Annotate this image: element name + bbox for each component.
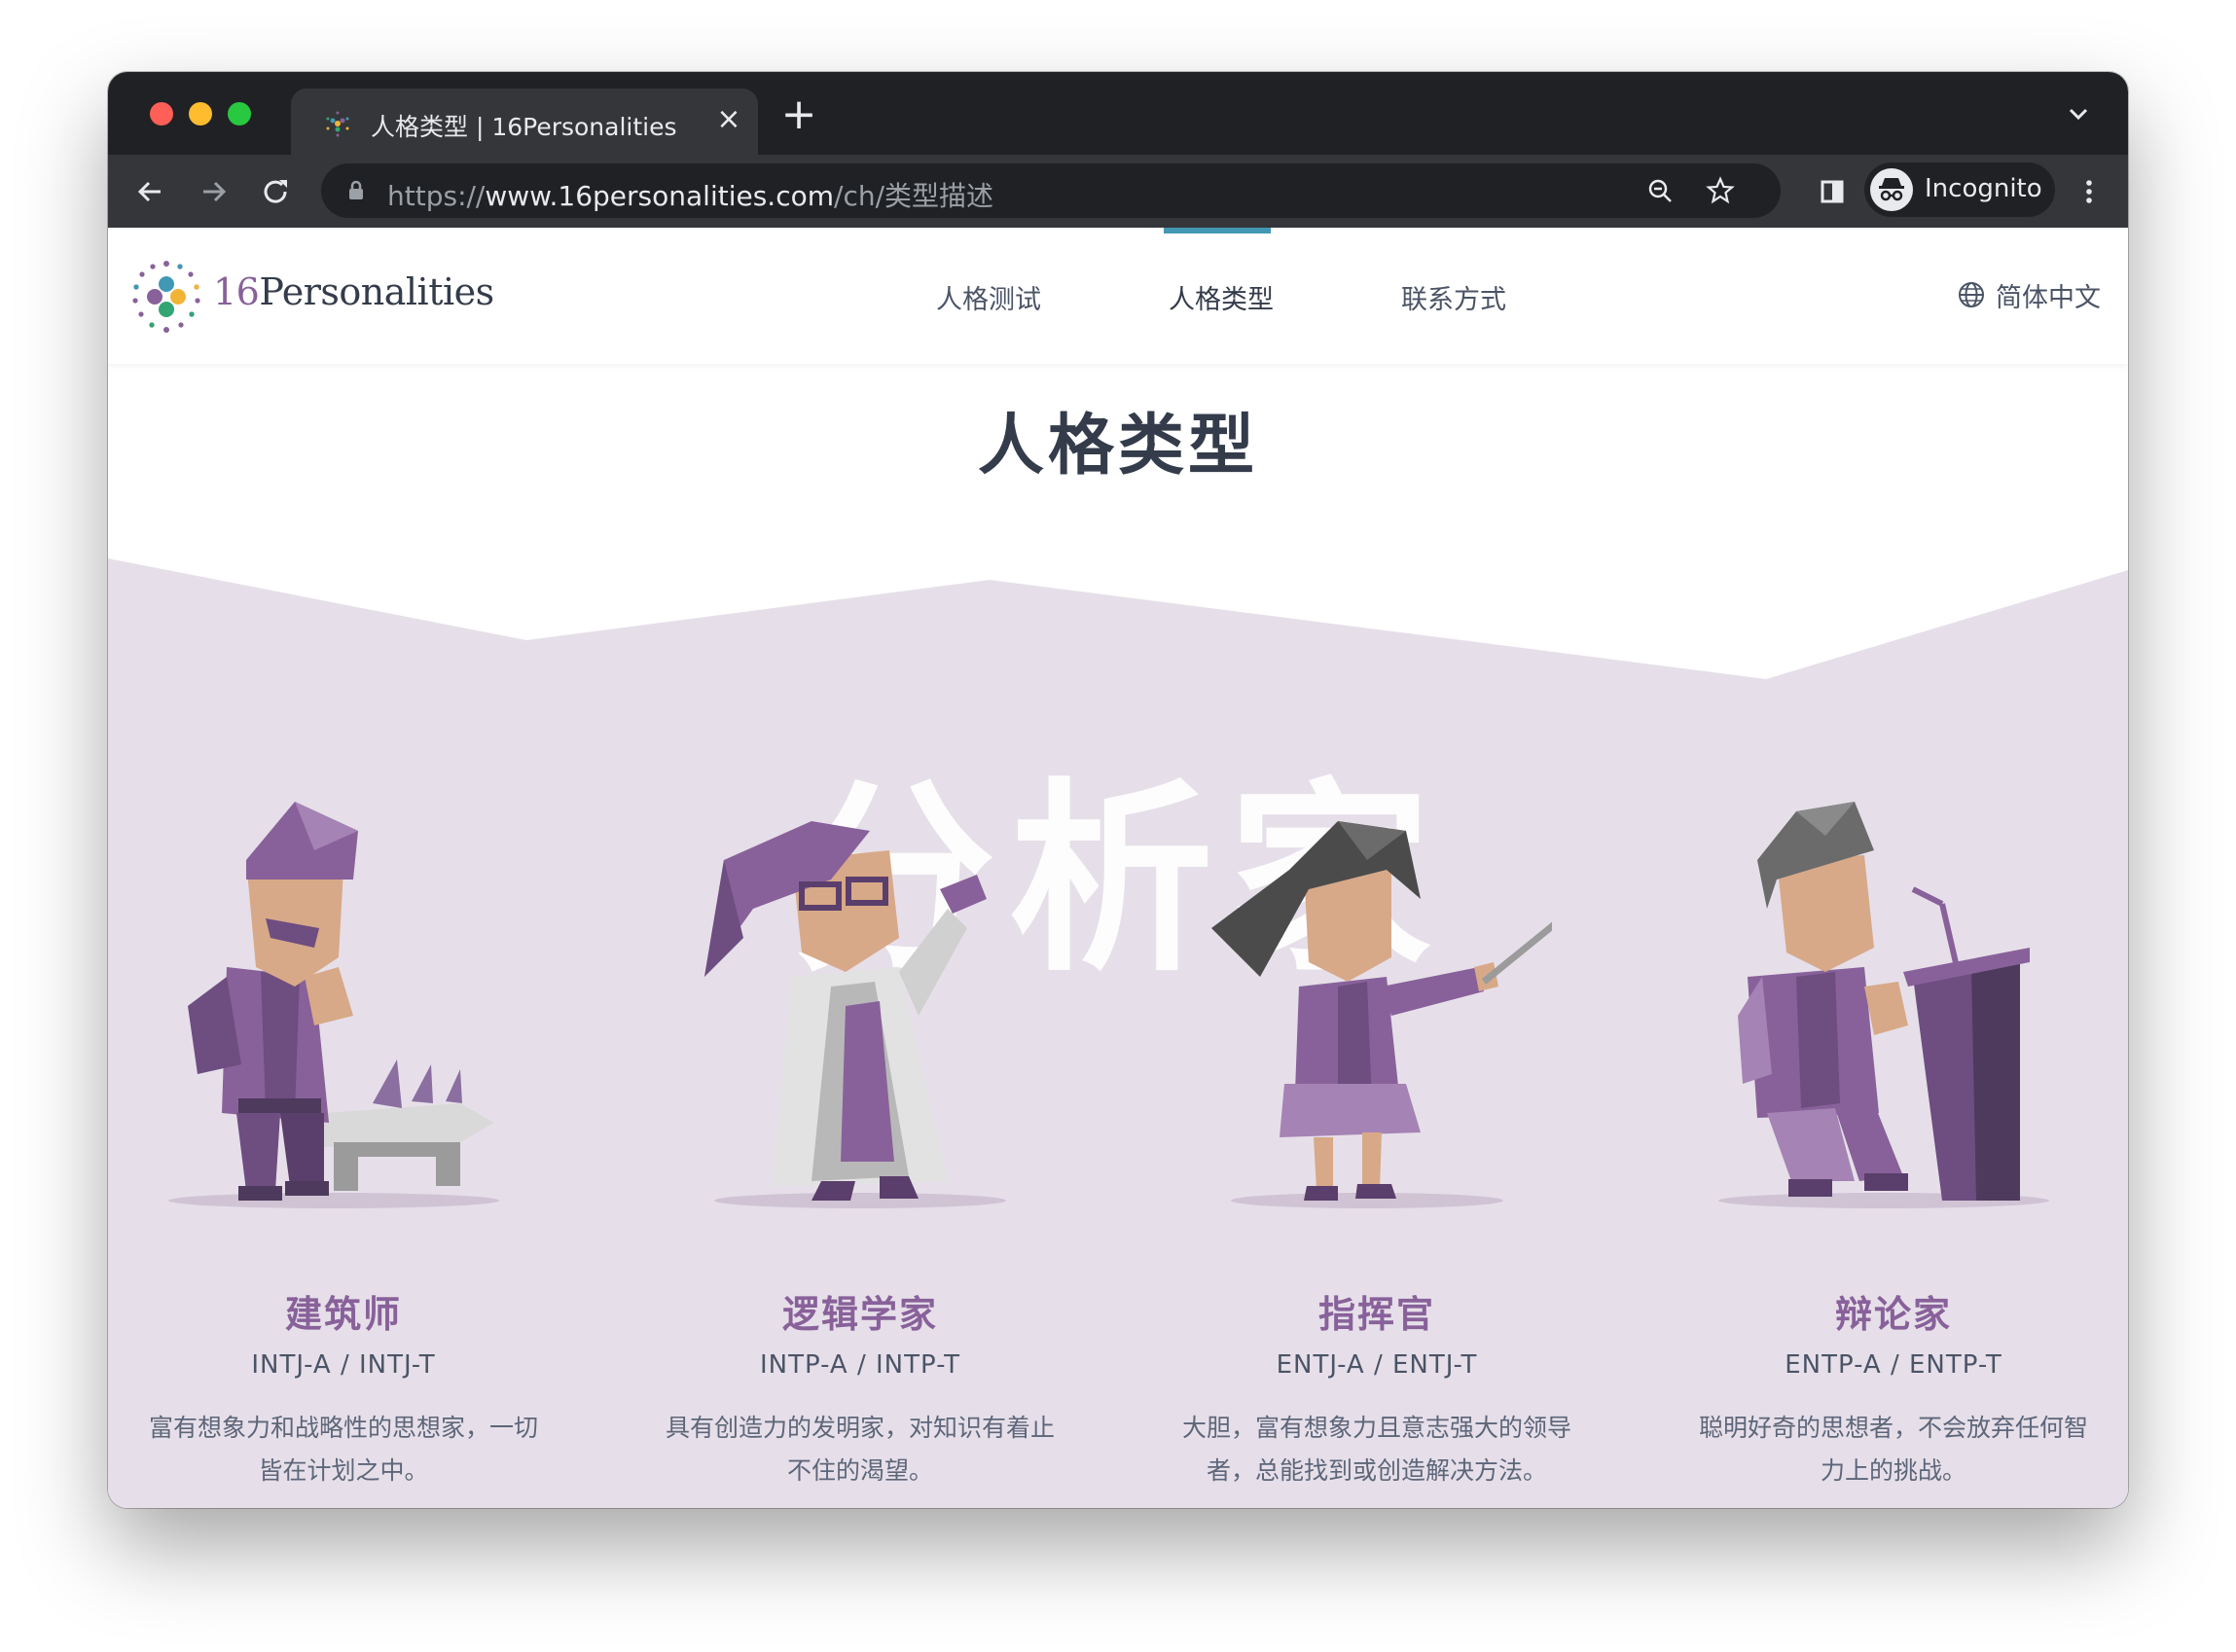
type-name[interactable]: 逻辑学家 bbox=[646, 1284, 1074, 1338]
type-card-intp[interactable]: 逻辑学家 INTP-A / INTP-T 具有创造力的发明家，对知识有着止不住的… bbox=[646, 792, 1074, 1508]
web-page: 16Personalities 人格测试 人格类型 联系方式 简体中文 人格类型… bbox=[108, 228, 2128, 1508]
debater-illustration bbox=[1718, 802, 2049, 1208]
reload-icon[interactable] bbox=[256, 172, 295, 211]
incognito-icon bbox=[1870, 168, 1913, 211]
more-icon[interactable] bbox=[2070, 172, 2109, 211]
logo-icon[interactable] bbox=[129, 260, 203, 334]
browser-tab[interactable]: 人格类型 | 16Personalities × bbox=[291, 89, 758, 155]
address-bar[interactable]: https://www.16personalities.com/ch/类型描述 bbox=[321, 163, 1781, 218]
browser-toolbar: https://www.16personalities.com/ch/类型描述 bbox=[108, 155, 2128, 228]
page-title: 人格类型 bbox=[977, 408, 1258, 485]
nav-item-test[interactable]: 人格测试 bbox=[936, 278, 1041, 316]
tab-strip: 人格类型 | 16Personalities × + bbox=[108, 72, 2128, 155]
sidepanel-icon[interactable] bbox=[1813, 172, 1852, 211]
type-card-entp[interactable]: 辩论家 ENTP-A / ENTP-T 聪明好奇的思想者，不会放弃任何智力上的挑… bbox=[1679, 792, 2108, 1508]
new-tab-button[interactable]: + bbox=[779, 93, 818, 136]
type-card-intj[interactable]: 建筑师 INTJ-A / INTJ-T 富有想象力和战略性的思想家，一切皆在计划… bbox=[129, 792, 558, 1508]
language-selector[interactable]: 简体中文 bbox=[1996, 276, 2101, 314]
lock-icon[interactable] bbox=[343, 177, 370, 204]
type-description: 大胆，富有想象力且意志强大的领导者，总能找到或创造解决方法。 bbox=[1181, 1414, 1571, 1485]
url-text[interactable]: https://www.16personalities.com/ch/类型描述 bbox=[387, 175, 993, 214]
type-description: 具有创造力的发明家，对知识有着止不住的渴望。 bbox=[665, 1414, 1055, 1485]
type-description: 富有想象力和战略性的思想家，一切皆在计划之中。 bbox=[148, 1414, 538, 1485]
nav-item-contact[interactable]: 联系方式 bbox=[1401, 278, 1506, 316]
logician-illustration bbox=[704, 821, 1006, 1208]
site-header: 16Personalities 人格测试 人格类型 联系方式 简体中文 bbox=[108, 228, 2128, 364]
favicon-icon bbox=[326, 111, 349, 137]
architect-illustration bbox=[168, 802, 499, 1208]
type-name[interactable]: 建筑师 bbox=[129, 1284, 558, 1338]
globe-icon[interactable] bbox=[1957, 280, 1986, 309]
type-code: INTP-A / INTP-T bbox=[760, 1350, 960, 1380]
type-code: ENTJ-A / ENTJ-T bbox=[1276, 1350, 1478, 1380]
commander-illustration bbox=[1211, 821, 1552, 1208]
nav-active-indicator bbox=[1164, 228, 1271, 233]
maximize-window-button[interactable] bbox=[228, 102, 251, 126]
type-code: INTJ-A / INTJ-T bbox=[251, 1350, 436, 1380]
star-icon[interactable] bbox=[1705, 175, 1736, 206]
zoom-icon[interactable] bbox=[1644, 175, 1676, 206]
forward-icon[interactable] bbox=[194, 172, 233, 211]
type-name[interactable]: 指挥官 bbox=[1163, 1284, 1591, 1338]
type-card-entj[interactable]: 指挥官 ENTJ-A / ENTJ-T 大胆，富有想象力且意志强大的领导者，总能… bbox=[1163, 792, 1591, 1508]
nav-item-types[interactable]: 人格类型 bbox=[1169, 278, 1274, 316]
minimize-window-button[interactable] bbox=[189, 102, 212, 126]
type-code: ENTP-A / ENTP-T bbox=[1785, 1350, 2002, 1380]
back-icon[interactable] bbox=[131, 172, 170, 211]
type-description: 聪明好奇的思想者，不会放弃任何智力上的挑战。 bbox=[1698, 1414, 2088, 1485]
type-name[interactable]: 辩论家 bbox=[1679, 1284, 2108, 1338]
incognito-label: Incognito bbox=[1925, 174, 2042, 203]
tab-title: 人格类型 | 16Personalities bbox=[371, 113, 677, 141]
site-logo[interactable]: 16Personalities bbox=[213, 270, 494, 313]
tab-list-icon[interactable] bbox=[2064, 99, 2093, 128]
incognito-button[interactable]: Incognito bbox=[1864, 162, 2055, 217]
browser-window: 人格类型 | 16Personalities × + https://www.1… bbox=[108, 72, 2128, 1508]
tab-close-icon[interactable]: × bbox=[711, 102, 746, 137]
close-window-button[interactable] bbox=[150, 102, 173, 126]
